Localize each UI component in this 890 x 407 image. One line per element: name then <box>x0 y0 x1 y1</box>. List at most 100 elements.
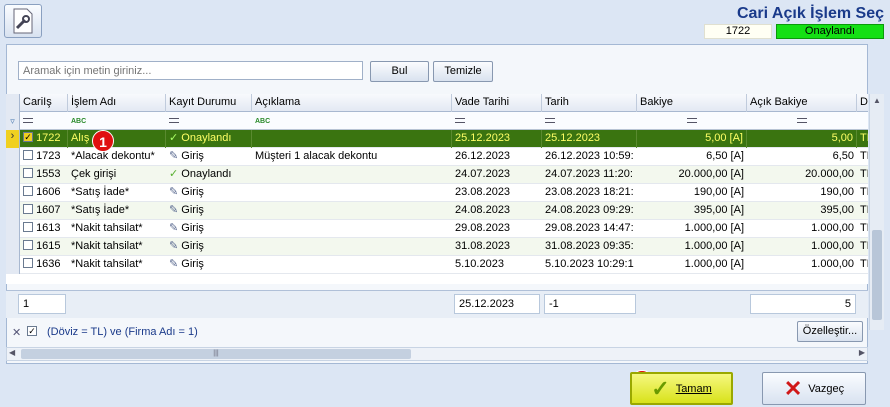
cell-date[interactable]: 25.12.2023 <box>542 130 637 148</box>
cell-id[interactable]: 1615 <box>20 238 68 256</box>
col-header[interactable]: Bakiye <box>637 94 747 112</box>
row-indicator[interactable] <box>6 166 20 184</box>
cell-open[interactable]: 190,00 <box>747 184 857 202</box>
cell-name[interactable]: *Satış İade* <box>68 202 166 220</box>
cell-cur[interactable]: TL <box>857 256 868 274</box>
cell-desc[interactable] <box>252 184 452 202</box>
auto-filter-row[interactable]: ▿ ABC ABC <box>6 112 868 130</box>
col-header[interactable]: Tarih <box>542 94 637 112</box>
cell-due[interactable]: 5.10.2023 <box>452 256 542 274</box>
row-indicator[interactable] <box>6 184 20 202</box>
cell-date[interactable]: 29.08.2023 14:47: <box>542 220 637 238</box>
table-row[interactable]: 1607 *Satış İade* ✎ Giriş 24.08.2023 24.08.2… <box>6 202 868 220</box>
cell-open[interactable]: 1.000,00 <box>747 220 857 238</box>
ok-button[interactable]: ✓ Tamam <box>630 372 733 405</box>
cell-id[interactable]: 1613 <box>20 220 68 238</box>
row-checkbox[interactable] <box>23 240 33 251</box>
cell-balance[interactable]: 1.000,00 [A] <box>637 238 747 256</box>
cell-name[interactable]: Çek girişi <box>68 166 166 184</box>
filter-enabled-checkbox[interactable]: ✓ <box>27 326 37 336</box>
close-filter-icon[interactable]: ✕ <box>12 326 21 339</box>
col-header[interactable]: İşlem Adı <box>68 94 166 112</box>
cell-cur[interactable]: TL <box>857 148 868 166</box>
cell-status[interactable]: ✎ Giriş <box>166 220 252 238</box>
cell-name[interactable]: *Nakit tahsilat* <box>68 238 166 256</box>
col-header[interactable]: Vade Tarihi <box>452 94 542 112</box>
column-chooser-icon[interactable] <box>6 94 20 112</box>
find-button[interactable]: Bul <box>370 61 429 82</box>
cell-desc[interactable] <box>252 238 452 256</box>
cell-cur[interactable]: TL <box>857 130 868 148</box>
cell-date[interactable]: 26.12.2023 10:59: <box>542 148 637 166</box>
cell-id[interactable]: 1607 <box>20 202 68 220</box>
row-indicator[interactable] <box>6 238 20 256</box>
cell-due[interactable]: 31.08.2023 <box>452 238 542 256</box>
scroll-up-icon[interactable]: ▲ <box>873 96 881 105</box>
cell-balance[interactable]: 395,00 [A] <box>637 202 747 220</box>
cell-due[interactable]: 23.08.2023 <box>452 184 542 202</box>
search-input[interactable] <box>18 61 363 80</box>
cancel-button[interactable]: ✕ Vazgeç <box>762 372 866 405</box>
cell-desc[interactable] <box>252 166 452 184</box>
cell-desc[interactable] <box>252 220 452 238</box>
table-row[interactable]: 1615 *Nakit tahsilat* ✎ Giriş 31.08.2023 31.… <box>6 238 868 256</box>
cell-cur[interactable]: TL <box>857 220 868 238</box>
cell-due[interactable]: 29.08.2023 <box>452 220 542 238</box>
cell-cur[interactable]: TL <box>857 184 868 202</box>
cell-balance[interactable]: 190,00 [A] <box>637 184 747 202</box>
row-checkbox[interactable] <box>23 150 33 161</box>
vertical-scrollbar[interactable]: ▲ <box>869 94 884 330</box>
cell-status[interactable]: ✎ Giriş <box>166 202 252 220</box>
cell-open[interactable]: 1.000,00 <box>747 238 857 256</box>
cell-id[interactable]: ✓ 1722 <box>20 130 68 148</box>
cell-status[interactable]: ✎ Giriş <box>166 184 252 202</box>
row-indicator[interactable] <box>6 202 20 220</box>
row-indicator[interactable] <box>6 220 20 238</box>
cell-desc[interactable] <box>252 130 452 148</box>
cell-name[interactable]: Alış <box>68 130 166 148</box>
cell-open[interactable]: 395,00 <box>747 202 857 220</box>
col-header[interactable]: Kayıt Durumu <box>166 94 252 112</box>
cell-balance[interactable]: 5,00 [A] <box>637 130 747 148</box>
cell-cur[interactable]: TL <box>857 238 868 256</box>
col-header[interactable]: D <box>857 94 868 112</box>
row-checkbox[interactable] <box>23 222 33 233</box>
cell-open[interactable]: 5,00 <box>747 130 857 148</box>
cell-status[interactable]: ✎ Giriş <box>166 148 252 166</box>
table-row[interactable]: 1636 *Nakit tahsilat* ✎ Giriş 5.10.2023 5.10… <box>6 256 868 274</box>
row-checkbox[interactable] <box>23 204 33 215</box>
cell-name[interactable]: *Alacak dekontu* <box>68 148 166 166</box>
clear-button[interactable]: Temizle <box>433 61 493 82</box>
customize-button[interactable]: Özelleştir... <box>797 321 863 342</box>
table-row[interactable]: 1613 *Nakit tahsilat* ✎ Giriş 29.08.2023 29.… <box>6 220 868 238</box>
cell-desc[interactable] <box>252 256 452 274</box>
cell-name[interactable]: *Nakit tahsilat* <box>68 220 166 238</box>
cell-due[interactable]: 26.12.2023 <box>452 148 542 166</box>
cell-id[interactable]: 1606 <box>20 184 68 202</box>
col-header[interactable]: CariIş <box>20 94 68 112</box>
cell-desc[interactable]: Müşteri 1 alacak dekontu <box>252 148 452 166</box>
cell-due[interactable]: 24.07.2023 <box>452 166 542 184</box>
scroll-right-icon[interactable]: ▶ <box>859 348 865 357</box>
row-indicator[interactable] <box>6 148 20 166</box>
row-indicator[interactable] <box>6 256 20 274</box>
cell-id[interactable]: 1723 <box>20 148 68 166</box>
cell-due[interactable]: 24.08.2023 <box>452 202 542 220</box>
scroll-left-icon[interactable]: ◀ <box>9 348 15 357</box>
cell-cur[interactable]: TL <box>857 166 868 184</box>
cell-status[interactable]: ✓ Onaylandı <box>166 130 252 148</box>
cell-date[interactable]: 24.08.2023 09:29: <box>542 202 637 220</box>
cell-status[interactable]: ✎ Giriş <box>166 238 252 256</box>
cell-id[interactable]: 1553 <box>20 166 68 184</box>
cell-balance[interactable]: 6,50 [A] <box>637 148 747 166</box>
filter-text[interactable]: (Döviz = TL) ve (Firma Adı = 1) <box>47 326 198 338</box>
cell-date[interactable]: 23.08.2023 18:21: <box>542 184 637 202</box>
table-row[interactable]: 1606 *Satış İade* ✎ Giriş 23.08.2023 23.08.2… <box>6 184 868 202</box>
cell-balance[interactable]: 1.000,00 [A] <box>637 256 747 274</box>
table-row[interactable]: 1553 Çek girişi ✓ Onaylandı 24.07.2023 24.07… <box>6 166 868 184</box>
cell-status[interactable]: ✓ Onaylandı <box>166 166 252 184</box>
cell-open[interactable]: 6,50 <box>747 148 857 166</box>
row-checkbox[interactable]: ✓ <box>23 132 33 143</box>
row-indicator[interactable]: › <box>6 130 20 148</box>
cell-desc[interactable] <box>252 202 452 220</box>
